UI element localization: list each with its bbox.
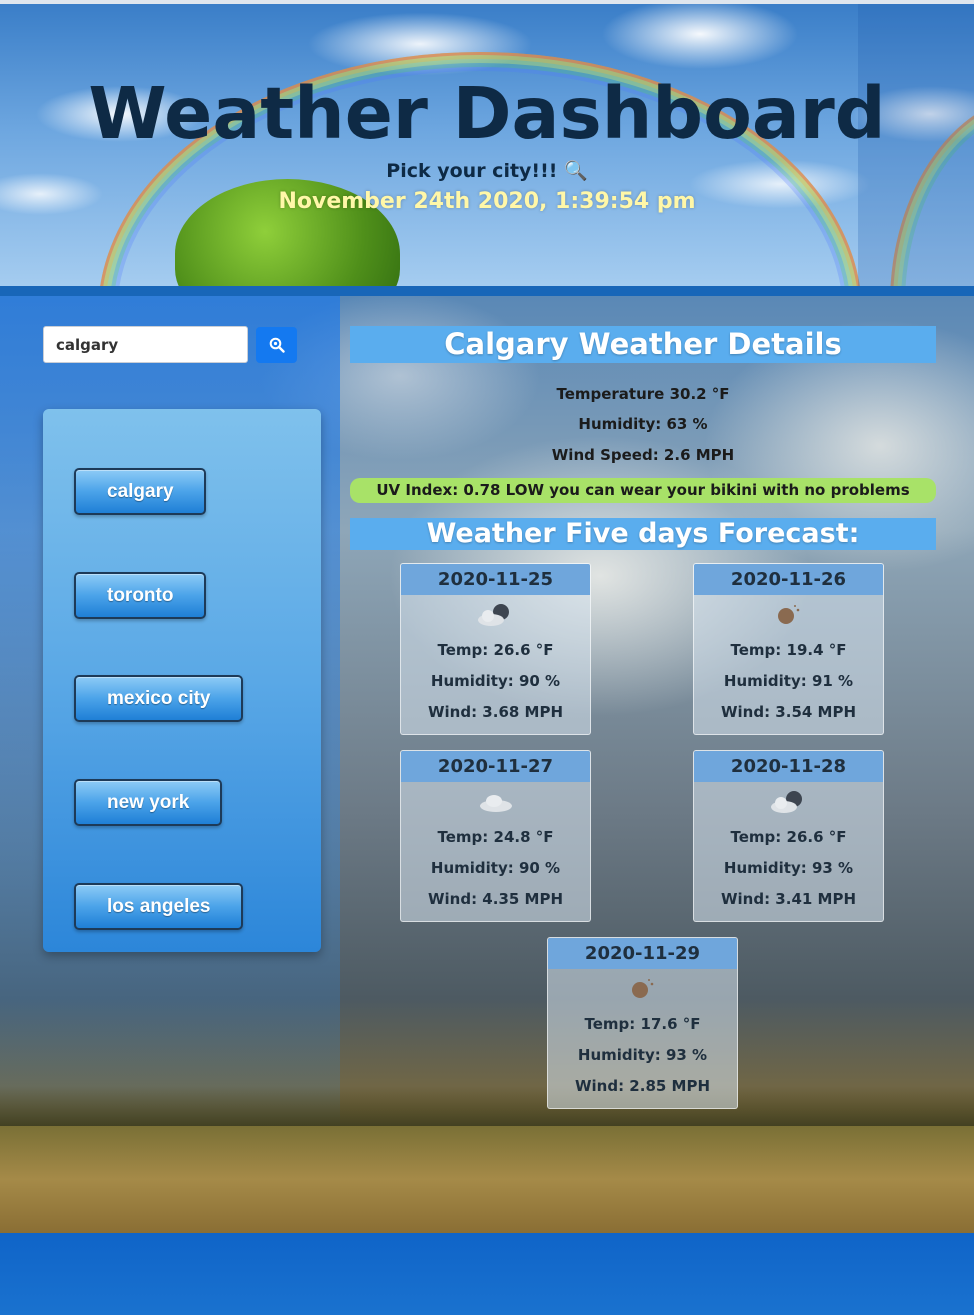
- forecast-icon-wrap: [694, 782, 883, 822]
- treeline: [0, 1086, 974, 1126]
- city-button-new-york[interactable]: new york: [74, 779, 222, 826]
- page-subtitle: Pick your city!!! 🔍: [386, 160, 588, 182]
- forecast-humidity: Humidity: 93 %: [723, 859, 854, 877]
- city-button-calgary[interactable]: calgary: [74, 468, 206, 515]
- forecast-temp: Temp: 24.8 °F: [437, 828, 554, 846]
- forecast-wind: Wind: 3.68 MPH: [427, 703, 564, 721]
- partly-cloudy-night-icon: [477, 604, 509, 626]
- forecast-icon-wrap: [694, 595, 883, 635]
- partly-cloudy-night-icon: [770, 791, 802, 813]
- forecast-icon-wrap: [548, 969, 737, 1009]
- forecast-wind: Wind: 2.85 MPH: [574, 1077, 711, 1095]
- forecast-card: 2020-11-25 Temp: 26.6 °F Humidity: 90 % …: [400, 563, 591, 735]
- forecast-card: 2020-11-27 Temp: 24.8 °F Humidity: 90 % …: [400, 750, 591, 922]
- forecast-temp: Temp: 26.6 °F: [730, 828, 847, 846]
- forecast-humidity: Humidity: 93 %: [577, 1046, 708, 1064]
- current-temperature: Temperature 30.2 °F: [556, 385, 730, 403]
- header-banner: Weather Dashboard Pick your city!!! 🔍 No…: [0, 0, 974, 289]
- forecast-heading: Weather Five days Forecast:: [350, 518, 936, 550]
- cloud-icon: [479, 795, 512, 812]
- forecast-wind: Wind: 3.41 MPH: [720, 890, 857, 908]
- page-title: Weather Dashboard: [88, 72, 886, 155]
- clear-night-icon: [631, 979, 653, 998]
- forecast-date: 2020-11-26: [694, 564, 883, 595]
- city-button-mexico-city[interactable]: mexico city: [74, 675, 243, 722]
- forecast-temp: Temp: 19.4 °F: [730, 641, 847, 659]
- forecast-card: 2020-11-28 Temp: 26.6 °F Humidity: 93 % …: [693, 750, 884, 922]
- forecast-temp: Temp: 26.6 °F: [437, 641, 554, 659]
- clear-night-icon: [777, 605, 799, 624]
- uv-index-badge: UV Index: 0.78 LOW you can wear your bik…: [350, 478, 936, 503]
- city-button-los-angeles[interactable]: los angeles: [74, 883, 243, 930]
- forecast-wind: Wind: 3.54 MPH: [720, 703, 857, 721]
- city-button-toronto[interactable]: toronto: [74, 572, 206, 619]
- forecast-date: 2020-11-28: [694, 751, 883, 782]
- current-wind-speed: Wind Speed: 2.6 MPH: [551, 446, 735, 464]
- forecast-temp: Temp: 17.6 °F: [584, 1015, 701, 1033]
- forecast-icon-wrap: [401, 595, 590, 635]
- forecast-humidity: Humidity: 90 %: [430, 859, 561, 877]
- field-landscape: [0, 1126, 974, 1233]
- forecast-icon-wrap: [401, 782, 590, 822]
- forecast-date: 2020-11-29: [548, 938, 737, 969]
- current-datetime: November 24th 2020, 1:39:54 pm: [278, 189, 696, 214]
- city-search-input[interactable]: [43, 326, 248, 363]
- header-border: [0, 286, 974, 296]
- details-heading: Calgary Weather Details: [350, 326, 936, 363]
- forecast-date: 2020-11-25: [401, 564, 590, 595]
- current-humidity: Humidity: 63 %: [578, 415, 708, 433]
- forecast-humidity: Humidity: 91 %: [723, 672, 854, 690]
- forecast-card: 2020-11-29 Temp: 17.6 °F Humidity: 93 % …: [547, 937, 738, 1109]
- search-icon: [269, 337, 285, 353]
- footer-bar: [0, 1233, 974, 1315]
- search-button[interactable]: [256, 327, 297, 363]
- forecast-date: 2020-11-27: [401, 751, 590, 782]
- forecast-humidity: Humidity: 90 %: [430, 672, 561, 690]
- forecast-wind: Wind: 4.35 MPH: [427, 890, 564, 908]
- forecast-card: 2020-11-26 Temp: 19.4 °F Humidity: 91 % …: [693, 563, 884, 735]
